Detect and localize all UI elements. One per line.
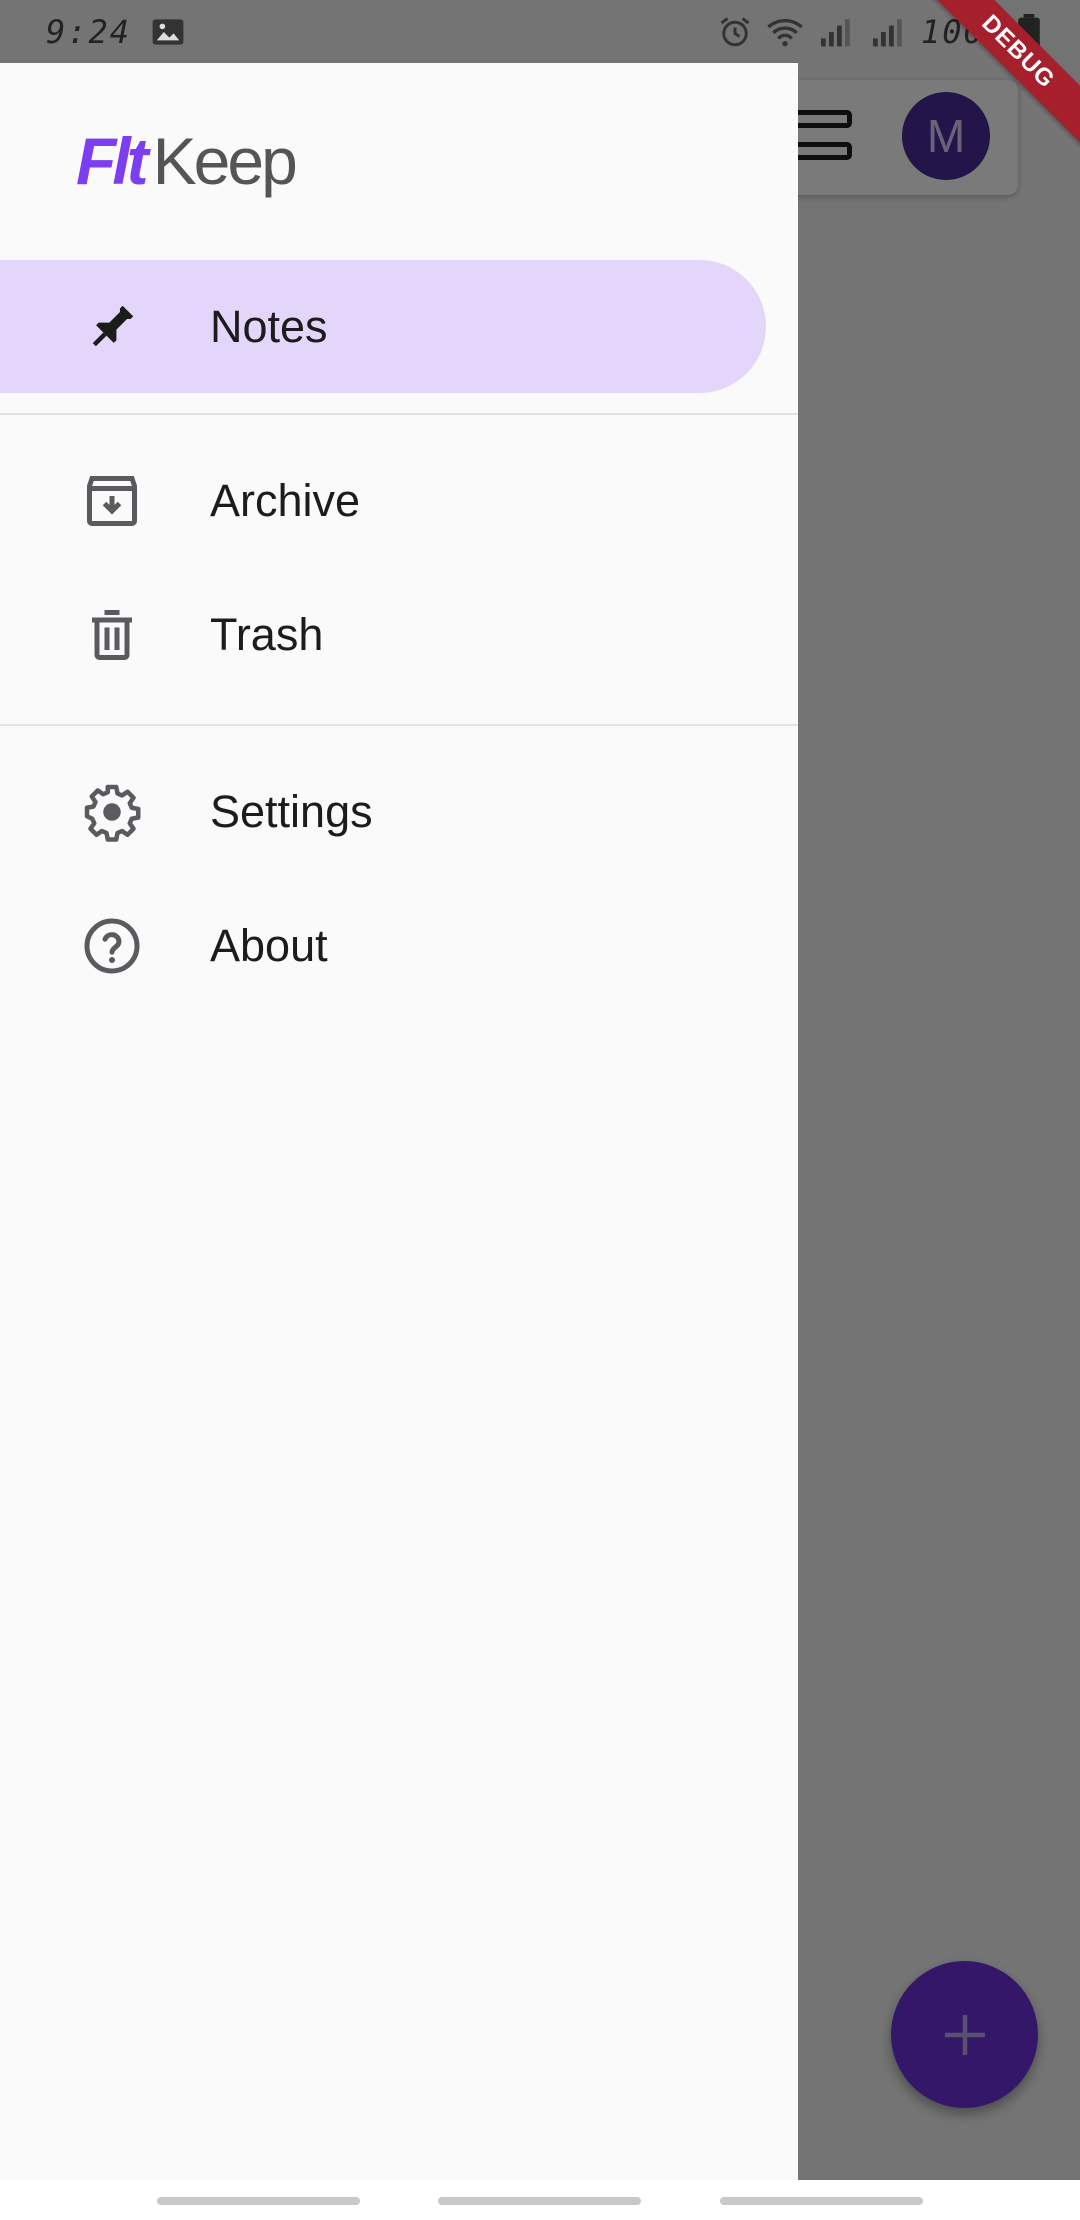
drawer-item-label: Settings: [210, 785, 373, 837]
gesture-handle-right[interactable]: [720, 2197, 923, 2205]
signal-icon-2: [872, 18, 902, 46]
pin-icon: [80, 295, 144, 359]
status-time: 9:24: [46, 12, 132, 51]
drawer-item-label: About: [210, 919, 328, 971]
trash-icon: [80, 603, 144, 667]
drawer-item-about[interactable]: About: [0, 879, 766, 1012]
drawer-item-trash[interactable]: Trash: [0, 568, 766, 701]
logo-flt-text: Flt: [76, 124, 149, 198]
drawer-item-label: Trash: [210, 608, 324, 660]
divider: [0, 413, 798, 415]
navigation-drawer: Flt Keep Notes Archive Trash Settings Ab…: [0, 63, 798, 2180]
wifi-icon: [767, 18, 803, 46]
gesture-handle-left[interactable]: [157, 2197, 360, 2205]
gesture-handle-center[interactable]: [438, 2197, 641, 2205]
gesture-nav-bar: [0, 2180, 1080, 2220]
gallery-notification-icon: [152, 18, 184, 45]
archive-icon: [80, 469, 144, 533]
signal-icon: [820, 18, 850, 46]
help-circle-icon: [80, 914, 144, 978]
app-logo: Flt Keep: [76, 123, 298, 203]
settings-gear-icon: [80, 780, 144, 844]
drawer-item-settings[interactable]: Settings: [0, 745, 766, 878]
alarm-icon: [720, 16, 750, 46]
drawer-item-notes[interactable]: Notes: [0, 260, 766, 393]
drawer-item-label: Archive: [210, 474, 361, 526]
divider: [0, 724, 798, 726]
drawer-item-label: Notes: [210, 300, 328, 352]
drawer-item-archive[interactable]: Archive: [0, 434, 766, 567]
status-bar: 9:24 100%: [0, 0, 1080, 63]
logo-keep-text: Keep: [152, 124, 298, 198]
